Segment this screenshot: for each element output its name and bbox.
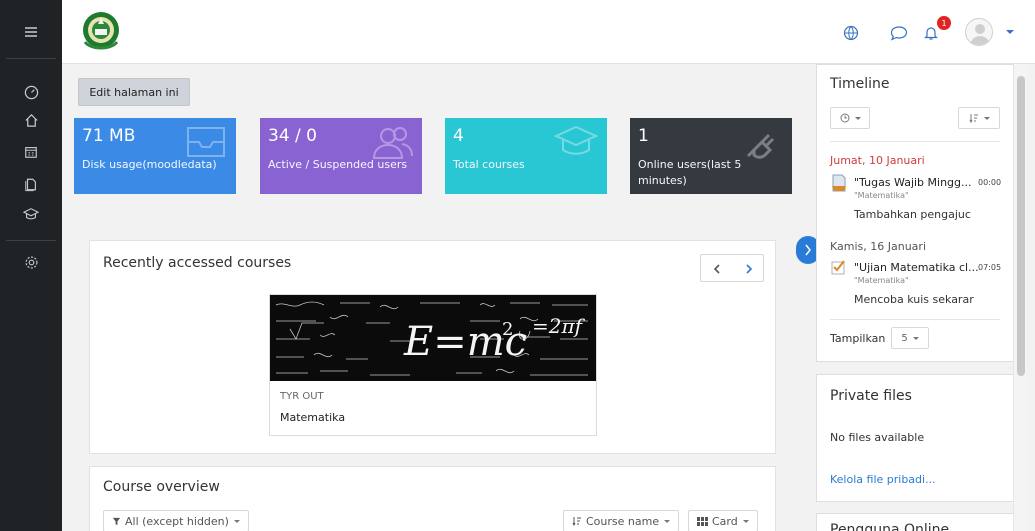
course-image: E=mc 2 =2πf (270, 295, 596, 381)
sort-dropdown[interactable]: Course name (563, 510, 680, 531)
quiz-icon (831, 260, 845, 275)
graduation-cap-icon[interactable] (0, 200, 62, 228)
chalkboard-formula-image: E=mc 2 =2πf (275, 301, 588, 376)
timeline-event-action[interactable]: Tambahkan pengajuc (854, 208, 971, 221)
timeline-sort-filter[interactable] (958, 107, 1000, 129)
svg-text:2: 2 (502, 319, 513, 340)
inbox-icon (187, 127, 225, 157)
timeline-event-course: "Matematika" (854, 191, 909, 200)
sort-label: Course name (586, 514, 660, 528)
filter-label: All (except hidden) (125, 514, 229, 528)
timeline-event-action[interactable]: Mencoba kuis sekarar (854, 293, 974, 306)
private-files-title: Private files (830, 388, 912, 404)
stat-label: Active / Suspended users (268, 158, 408, 171)
home-icon[interactable] (0, 106, 62, 134)
site-logo[interactable] (76, 6, 126, 56)
user-menu-caret[interactable] (1006, 30, 1014, 34)
course-card[interactable]: E=mc 2 =2πf TYR OUT Matematika (269, 294, 597, 436)
user-avatar[interactable] (965, 18, 993, 46)
timeline-event-link[interactable]: "Ujian Matematika cl... (854, 261, 979, 274)
course-category: TYR OUT (280, 391, 324, 402)
timeline-divider (830, 141, 1000, 142)
globe-icon[interactable] (840, 22, 862, 44)
rail-divider (6, 240, 56, 241)
view-dropdown[interactable]: Card (688, 510, 758, 531)
messages-icon[interactable] (888, 22, 910, 44)
view-label: Card (712, 514, 738, 528)
timeline-event-course: "Matematika" (854, 276, 909, 285)
course-pager (700, 254, 764, 282)
timeline-title: Timeline (830, 76, 890, 92)
stat-value: 34 / 0 (268, 126, 317, 146)
show-count-dropdown[interactable]: 5 (891, 327, 929, 349)
timeline-event-time: 07:05 (978, 263, 1002, 272)
graduation-cap-icon (553, 125, 599, 155)
next-page-button[interactable] (733, 255, 765, 283)
notifications-bell-icon[interactable] (920, 22, 942, 44)
stat-value: 4 (453, 126, 464, 146)
settings-icon[interactable] (0, 248, 62, 276)
stat-tile-courses: 4 Total courses (445, 118, 607, 194)
show-count-value: 5 (901, 332, 908, 344)
course-name[interactable]: Matematika (280, 411, 345, 424)
side-scrollbar[interactable] (1013, 64, 1027, 531)
timeline-day-filter[interactable] (830, 107, 870, 129)
assignment-icon (832, 174, 846, 192)
chevron-right-icon (805, 244, 811, 256)
clock-icon (840, 113, 849, 123)
calendar-icon[interactable] (0, 138, 62, 166)
stat-value: 1 (638, 126, 649, 146)
stat-tile-users: 34 / 0 Active / Suspended users (260, 118, 422, 194)
stat-tile-disk-usage: 71 MB Disk usage(moodledata) (74, 118, 236, 194)
hamburger-icon[interactable] (0, 18, 62, 46)
files-icon[interactable] (0, 170, 62, 198)
stat-label: Total courses (453, 158, 525, 171)
side-rail (0, 0, 62, 531)
stat-label: Online users(last 5 minutes) (638, 158, 742, 187)
recent-courses-title: Recently accessed courses (103, 255, 292, 271)
svg-text:=2πf: =2πf (532, 314, 586, 338)
top-navbar: 1 (62, 0, 1035, 64)
timeline-divider (830, 319, 1000, 320)
sort-icon (969, 114, 978, 123)
prev-page-button[interactable] (701, 255, 733, 283)
scrollbar-thumb[interactable] (1017, 76, 1025, 376)
timeline-event-link[interactable]: "Tugas Wajib Mingg... (854, 176, 972, 189)
timeline-date: Jumat, 10 Januari (830, 154, 925, 167)
stat-value: 71 MB (82, 126, 136, 146)
rail-divider (6, 58, 56, 59)
stat-tile-online-users: 1 Online users(last 5 minutes) (630, 118, 792, 194)
filter-icon (112, 517, 121, 525)
stat-label: Disk usage(moodledata) (82, 158, 217, 171)
timeline-event-time: 00:00 (978, 178, 1002, 187)
card-view-icon (697, 516, 708, 526)
dashboard-icon[interactable] (0, 78, 62, 106)
online-users-title: Pengguna Online (830, 522, 950, 531)
manage-private-files-link[interactable]: Kelola file pribadi... (830, 473, 936, 486)
filter-dropdown[interactable]: All (except hidden) (103, 510, 249, 531)
course-overview-title: Course overview (103, 479, 220, 495)
edit-page-button[interactable]: Edit halaman ini (78, 78, 190, 106)
show-count-label: Tampilkan (830, 332, 886, 345)
sort-icon (572, 517, 581, 526)
no-files-text: No files available (830, 431, 925, 444)
timeline-date: Kamis, 16 Januari (830, 240, 926, 253)
